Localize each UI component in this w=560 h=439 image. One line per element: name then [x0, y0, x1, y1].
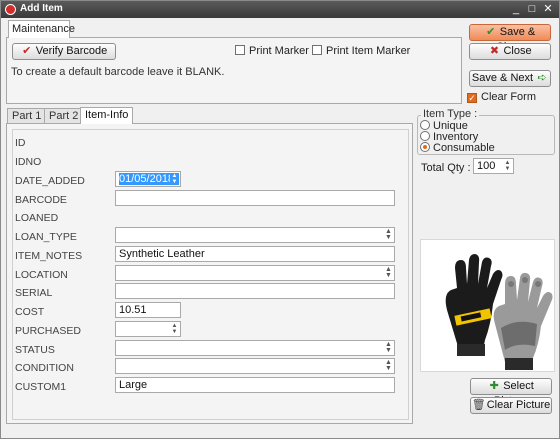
checkmark-icon: ✔ — [486, 26, 496, 38]
total-qty-spinner[interactable]: 100 ▲ ▼ — [473, 158, 514, 174]
label-date-added: DATE_ADDED — [15, 175, 85, 187]
spin-arrows-icon[interactable]: ▲ ▼ — [170, 323, 179, 335]
checkbox-checked[interactable]: ✓ — [467, 93, 477, 103]
dropdown-arrows-icon[interactable]: ▲ ▼ — [384, 359, 393, 372]
select-picture-button[interactable]: ✚Select Picture — [470, 378, 552, 407]
app-icon — [5, 4, 16, 15]
checkbox-box[interactable] — [235, 45, 245, 55]
barcode-hint: To create a default barcode leave it BLA… — [11, 66, 225, 78]
custom1-input[interactable]: Large — [115, 377, 395, 393]
checkbox-box[interactable] — [312, 45, 322, 55]
label-location: LOCATION — [15, 269, 68, 281]
loan-type-select[interactable]: ▲ ▼ — [115, 227, 395, 243]
tab-part-2[interactable]: Part 2 — [44, 108, 84, 124]
title-bar[interactable]: Add Item _ □ ✕ — [1, 1, 559, 18]
status-select[interactable]: ▲ ▼ — [115, 340, 395, 356]
date-added-picker[interactable]: 01/05/2018 ▲ ▼ — [115, 171, 181, 187]
window-title: Add Item — [20, 3, 63, 14]
label-purchased: PURCHASED — [15, 325, 81, 337]
print-item-marker-checkbox[interactable]: Print Item Marker — [312, 45, 410, 57]
arrow-right-icon: ➪ — [537, 72, 547, 84]
close-window-button[interactable]: ✕ — [541, 2, 555, 16]
item-type-title: Item Type : — [421, 108, 480, 120]
picture-icon: ✚ — [489, 380, 499, 392]
clear-picture-button[interactable]: 🗑Clear Picture — [470, 397, 552, 414]
label-custom1: CUSTOM1 — [15, 381, 67, 393]
label-item-notes: ITEM_NOTES — [15, 250, 83, 262]
radio-circle[interactable] — [420, 120, 430, 130]
cost-input[interactable]: 10.51 — [115, 302, 181, 318]
verify-barcode-button[interactable]: ✔ Verify Barcode — [12, 43, 116, 60]
clear-form-checkbox[interactable]: ✓ Clear Form — [467, 91, 536, 103]
spin-arrows-icon[interactable]: ▲ ▼ — [503, 160, 512, 172]
condition-select[interactable]: ▲ ▼ — [115, 358, 395, 374]
serial-input[interactable] — [115, 283, 395, 299]
checkmark-icon: ✔ — [22, 45, 32, 57]
label-condition: CONDITION — [15, 362, 74, 374]
label-loan-type: LOAN_TYPE — [15, 231, 77, 243]
radio-consumable[interactable]: Consumable — [420, 142, 495, 154]
purchased-picker[interactable]: ▲ ▼ — [115, 321, 181, 337]
maximize-button[interactable]: □ — [525, 2, 539, 16]
print-marker-checkbox[interactable]: Print Marker — [235, 45, 309, 57]
label-id: ID — [15, 137, 26, 149]
spin-arrows-icon[interactable]: ▲ ▼ — [170, 173, 179, 185]
tab-maintenance[interactable]: Maintenance — [8, 20, 75, 38]
label-idno: IDNO — [15, 156, 42, 168]
gloves-image — [445, 254, 553, 370]
location-select[interactable]: ▲ ▼ — [115, 265, 395, 281]
dropdown-arrows-icon[interactable]: ▲ ▼ — [384, 341, 393, 354]
barcode-input[interactable] — [115, 190, 395, 206]
add-item-window: Add Item _ □ ✕ Maintenance ✔ Verify Barco… — [0, 0, 560, 439]
radio-circle-selected[interactable] — [420, 142, 430, 152]
tab-item-info[interactable]: Item-Info — [80, 107, 134, 124]
grey-glove — [493, 272, 553, 370]
dropdown-arrows-icon[interactable]: ▲ ▼ — [384, 266, 393, 279]
radio-circle[interactable] — [420, 131, 430, 141]
label-barcode: BARCODE — [15, 194, 67, 206]
close-icon: ✖ — [489, 45, 500, 57]
close-button[interactable]: ✖ Close — [469, 43, 551, 60]
item-picture — [420, 239, 555, 372]
label-loaned: LOANED — [15, 212, 59, 224]
black-glove — [445, 254, 503, 356]
save-close-button[interactable]: ✔Save & Close — [469, 24, 551, 53]
label-serial: SERIAL — [15, 287, 53, 299]
dropdown-arrows-icon[interactable]: ▲ ▼ — [384, 228, 393, 241]
tab-part-1[interactable]: Part 1 — [7, 108, 47, 124]
item-notes-input[interactable]: Synthetic Leather — [115, 246, 395, 262]
label-cost: COST — [15, 306, 45, 318]
minimize-button[interactable]: _ — [509, 2, 523, 16]
total-qty-label: Total Qty : — [421, 162, 471, 174]
trash-icon: 🗑 — [471, 399, 486, 411]
label-status: STATUS — [15, 344, 55, 356]
save-next-button[interactable]: Save & Next ➪ — [469, 70, 551, 87]
